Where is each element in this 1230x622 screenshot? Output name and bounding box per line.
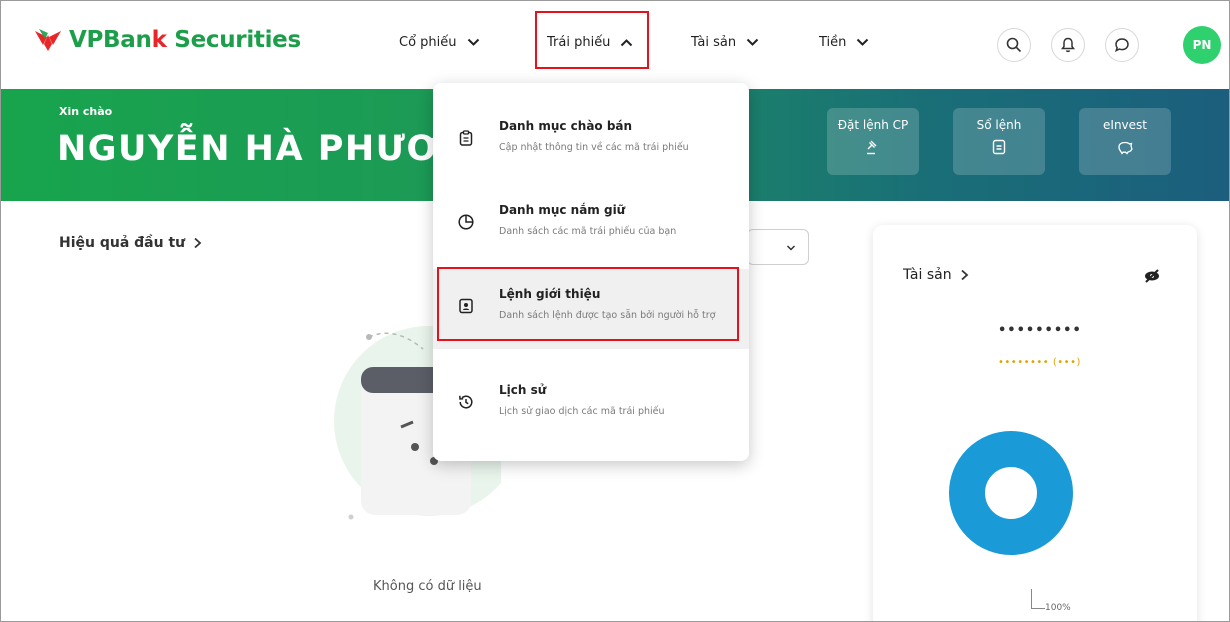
bell-icon: [1061, 37, 1075, 53]
quick-action-label: eInvest: [1103, 118, 1147, 132]
top-header: VPBank Securities Cổ phiếu Trái phiếu Tà…: [1, 1, 1229, 89]
donut-percent-label: 100%: [1045, 603, 1071, 613]
menu-item-danh-muc-nam-giu[interactable]: Danh mục nắm giữ Danh sách các mã trái p…: [433, 185, 749, 265]
menu-item-lich-su[interactable]: Lịch sử Lịch sử giao dịch các mã trái ph…: [433, 365, 749, 445]
asset-donut-chart: [949, 431, 1073, 555]
avatar[interactable]: PN: [1183, 26, 1221, 64]
user-name: NGUYỄN HÀ PHƯƠN: [57, 129, 470, 169]
asset-total-masked: •••••••••: [998, 323, 1082, 338]
menu-item-title: Danh mục nắm giữ: [499, 203, 626, 217]
menu-item-desc: Cập nhật thông tin về các mã trái phiếu: [499, 142, 689, 153]
chevron-right-icon: [960, 269, 968, 281]
chevron-right-icon: [194, 237, 202, 249]
app-frame: VPBank Securities Cổ phiếu Trái phiếu Tà…: [0, 0, 1230, 622]
label-leader-line: [1031, 589, 1045, 609]
quick-action-einvest[interactable]: eInvest: [1079, 108, 1171, 175]
nav-tai-san[interactable]: Tài sản: [691, 35, 759, 50]
menu-item-desc: Lịch sử giao dịch các mã trái phiếu: [499, 406, 665, 417]
quick-action-dat-lenh[interactable]: Đặt lệnh CP: [827, 108, 919, 175]
empty-state-text: Không có dữ liệu: [373, 579, 482, 594]
quick-action-so-lenh[interactable]: Sổ lệnh: [953, 108, 1045, 175]
nav-co-phieu[interactable]: Cổ phiếu: [399, 35, 480, 50]
search-button[interactable]: [997, 28, 1031, 62]
vpbank-logo-icon: [35, 29, 61, 51]
performance-link[interactable]: Hiệu quả đầu tư: [59, 235, 202, 251]
menu-item-danh-muc-chao-ban[interactable]: Danh mục chào bán Cập nhật thông tin về …: [433, 101, 749, 181]
document-icon: [992, 139, 1006, 155]
brand-name: VPBank Securities: [69, 27, 301, 53]
quick-action-label: Đặt lệnh CP: [837, 118, 909, 132]
notification-button[interactable]: [1051, 28, 1085, 62]
highlight-box-menu-item: [437, 267, 739, 341]
clipboard-icon: [459, 130, 473, 146]
pie-chart-icon: [458, 214, 474, 230]
asset-change-masked: •••••••• (•••): [998, 357, 1081, 368]
piggy-bank-icon: [1118, 141, 1133, 155]
highlight-box-nav: [535, 11, 649, 69]
chevron-down-icon: [786, 245, 796, 251]
asset-title: Tài sản: [903, 267, 952, 283]
search-icon: [1006, 37, 1022, 53]
eye-off-icon[interactable]: [1143, 267, 1161, 285]
menu-item-title: Lịch sử: [499, 383, 547, 397]
brand-logo[interactable]: VPBank Securities: [33, 27, 301, 53]
nav-label: Tài sản: [691, 35, 737, 50]
chevron-down-icon: [857, 38, 869, 46]
chat-button[interactable]: [1105, 28, 1139, 62]
chevron-down-icon: [467, 38, 479, 46]
gavel-icon: [867, 140, 877, 155]
greeting-text: Xin chào: [59, 105, 113, 118]
quick-action-label: Sổ lệnh: [976, 118, 1022, 132]
chat-icon: [1114, 38, 1129, 53]
nav-tien[interactable]: Tiền: [819, 35, 869, 50]
menu-item-desc: Danh sách các mã trái phiếu của bạn: [499, 226, 677, 237]
performance-title: Hiệu quả đầu tư: [59, 235, 186, 251]
history-icon: [459, 395, 473, 409]
asset-card: Tài sản ••••••••• •••••••• (•••) 100%: [873, 225, 1197, 621]
chevron-down-icon: [746, 38, 759, 46]
period-select[interactable]: [747, 229, 809, 265]
menu-item-title: Danh mục chào bán: [499, 119, 633, 133]
nav-label: Tiền: [819, 35, 847, 50]
asset-link[interactable]: Tài sản: [903, 267, 969, 283]
nav-label: Cổ phiếu: [399, 35, 457, 50]
